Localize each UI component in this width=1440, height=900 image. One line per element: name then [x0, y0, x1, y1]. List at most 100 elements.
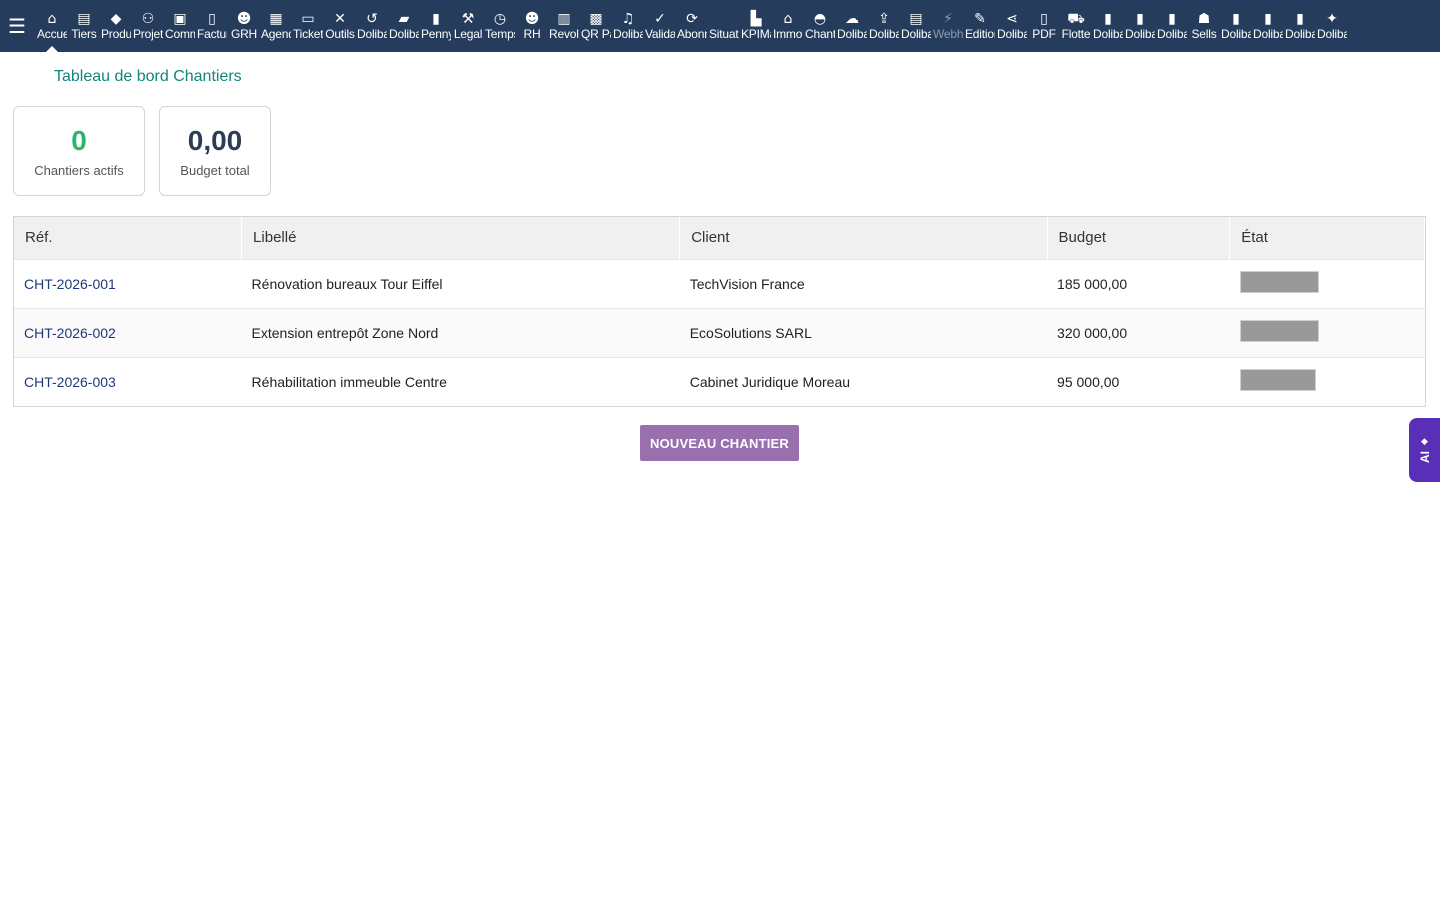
upload-icon: ⇪ [878, 10, 890, 27]
tools-icon: ✕ [334, 10, 346, 27]
top-menu-item-label: Penny [421, 27, 451, 41]
top-menu-item-label: Dolibarr [1285, 27, 1315, 41]
top-menu-item[interactable]: ▤Dolibarr [900, 0, 932, 52]
top-menu-item[interactable]: ↺Dolibarr [356, 0, 388, 52]
top-menu-item[interactable]: ✕ Outils [324, 0, 356, 52]
top-menu-item[interactable]: ▮Dolibarr [1124, 0, 1156, 52]
top-menu-item[interactable]: ▰Dolibarr [388, 0, 420, 52]
column-header-budget[interactable]: Budget [1047, 217, 1231, 259]
car-icon: ⛟ [1067, 10, 1085, 27]
top-menu-item[interactable]: ▦Agenda [260, 0, 292, 52]
ai-tab-label: AI [1417, 451, 1432, 463]
top-menu-item-label: Facturation [197, 27, 227, 41]
top-menu-item[interactable]: ▯Facturation [196, 0, 228, 52]
top-menu-item[interactable]: ▮ Penny [420, 0, 452, 52]
site-label-cell: Extension entrepôt Zone Nord [251, 324, 439, 341]
briefcase-icon: ▣ [173, 10, 187, 27]
top-menu-item[interactable]: ☗ Sells [1188, 0, 1220, 52]
top-menu-item-label: Dolibarr [1125, 27, 1155, 41]
top-menu-item[interactable]: ⌂Immobilier [772, 0, 804, 52]
top-menu-item-label: Immobilier [773, 27, 803, 41]
site-budget-cell: 185 000,00 [1057, 275, 1128, 292]
table-row: CHT-2026-002 Extension entrepôt Zone Nor… [14, 308, 1425, 357]
share-icon: ⋖ [1006, 10, 1018, 27]
top-menu-item[interactable]: ▙KPIMax [740, 0, 772, 52]
top-menu-item[interactable]: ⟳Abonnements [676, 0, 708, 52]
top-menu-item[interactable]: ▮Dolibarr [1092, 0, 1124, 52]
cloud-icon: ☁ [845, 10, 859, 27]
top-menu-item-label: Chantiers [805, 27, 835, 41]
top-menu-item[interactable]: ▯ PDF [1028, 0, 1060, 52]
top-menu-item[interactable]: ⌂Accueil [36, 0, 68, 52]
top-menu-item-label: Dolibarr [1157, 27, 1187, 41]
top-menu-item[interactable]: ♫Dolibarr [612, 0, 644, 52]
top-menu-item[interactable]: ✎Edition [964, 0, 996, 52]
top-menu-item[interactable]: ▥Revolut [548, 0, 580, 52]
column-header-label[interactable]: Libellé [241, 217, 681, 259]
top-menu-item-label: Revolut [549, 27, 579, 41]
top-menu-item-label: Accueil [37, 27, 67, 41]
top-menu-item-label: Dolibarr [389, 27, 419, 41]
top-menu-item[interactable]: ☁Dolibarr [836, 0, 868, 52]
note-icon: ▮ [1104, 10, 1112, 27]
magic-icon: ✦ [1326, 10, 1338, 27]
column-header-ref[interactable]: Réf. [14, 217, 243, 259]
top-menu-item[interactable]: ⋖Dolibarr [996, 0, 1028, 52]
top-menu-item[interactable]: ⚒ Legal [452, 0, 484, 52]
check-double-icon: ✓ [654, 10, 666, 27]
top-menu-item-label: Dolibarr [1221, 27, 1251, 41]
site-label-cell: Réhabilitation immeuble Centre [251, 373, 447, 390]
bank-icon: ▥ [557, 10, 571, 27]
top-menu-item[interactable]: ▮Dolibarr [1220, 0, 1252, 52]
top-menu: ⌂Accueil▤Tiers◆Produits⚇Projets▣Commerci… [36, 0, 1348, 52]
note-icon: ▮ [1168, 10, 1176, 27]
gavel-icon: ⚒ [461, 10, 475, 27]
sparkle-icon: ◆ [1421, 437, 1428, 447]
table-row: CHT-2026-003 Réhabilitation immeuble Cen… [14, 357, 1425, 406]
column-header-client[interactable]: Client [679, 217, 1048, 259]
top-menu-item[interactable]: ▣Commercial [164, 0, 196, 52]
top-menu-item-label: PDF [1032, 27, 1056, 41]
site-budget-cell: 95 000,00 [1057, 373, 1120, 390]
new-site-button[interactable]: NOUVEAU CHANTIER [640, 425, 799, 461]
top-menu-item[interactable]: ▤ Tiers [68, 0, 100, 52]
ai-assistant-tab[interactable]: ◆ AI [1409, 418, 1440, 482]
site-budget-cell: 320 000,00 [1057, 324, 1128, 341]
sites-table: Réf. Libellé Client Budget État CHT-2026… [13, 216, 1426, 407]
top-menu-item[interactable]: ✦Dolibarr [1316, 0, 1348, 52]
kpi-total-budget-card: 0,00 Budget total [159, 106, 271, 196]
kpi-total-budget-label: Budget total [180, 162, 250, 178]
site-ref-link[interactable]: CHT-2026-003 [24, 374, 116, 390]
site-ref-link[interactable]: CHT-2026-002 [24, 325, 116, 341]
top-menu-item[interactable]: ▮Dolibarr [1252, 0, 1284, 52]
top-menu-item[interactable]: ◆Produits [100, 0, 132, 52]
top-menu-item[interactable]: ⇪Dolibarr [868, 0, 900, 52]
top-menu-item[interactable]: ⚇Projets [132, 0, 164, 52]
kpi-total-budget-value: 0,00 [187, 124, 243, 156]
ticket-icon: ▭ [301, 10, 315, 27]
top-menu-item[interactable]: ✓Validation [644, 0, 676, 52]
top-menu-item-label: GRH [230, 27, 258, 41]
top-menu-item[interactable]: ▩QR Pay [580, 0, 612, 52]
handshake-icon: ☗ [1197, 10, 1211, 27]
site-ref-link[interactable]: CHT-2026-001 [24, 276, 116, 292]
top-menu-item[interactable]: Situations [708, 0, 740, 52]
top-menu-item[interactable]: ⛟ Flotte [1060, 0, 1092, 52]
top-menu-item-label: Edition [965, 27, 995, 41]
top-menu-item[interactable]: ☻ GRH [228, 0, 260, 52]
kpi-active-sites-card: 0 Chantiers actifs [13, 106, 145, 196]
top-menu-item-label: Dolibarr [869, 27, 899, 41]
top-menu-item[interactable]: ◷Temps [484, 0, 516, 52]
top-menu-item[interactable]: ▮Dolibarr [1156, 0, 1188, 52]
hamburger-menu-icon[interactable]: ☰ [0, 0, 34, 52]
top-menu-item[interactable]: ▭Tickets [292, 0, 324, 52]
top-menu-item-label: Dolibarr [997, 27, 1027, 41]
top-menu-item-label: Dolibarr [357, 27, 387, 41]
top-menu-item[interactable]: ◓Chantiers [804, 0, 836, 52]
top-menu-item[interactable]: ☻ RH [516, 0, 548, 52]
top-menu-item-label: Dolibarr [837, 27, 867, 41]
column-header-state[interactable]: État [1229, 217, 1425, 259]
top-menu-item-label: RH [523, 27, 541, 41]
top-menu-item[interactable]: ⚡Webhooks [932, 0, 964, 52]
top-menu-item[interactable]: ▮Dolibarr [1284, 0, 1316, 52]
